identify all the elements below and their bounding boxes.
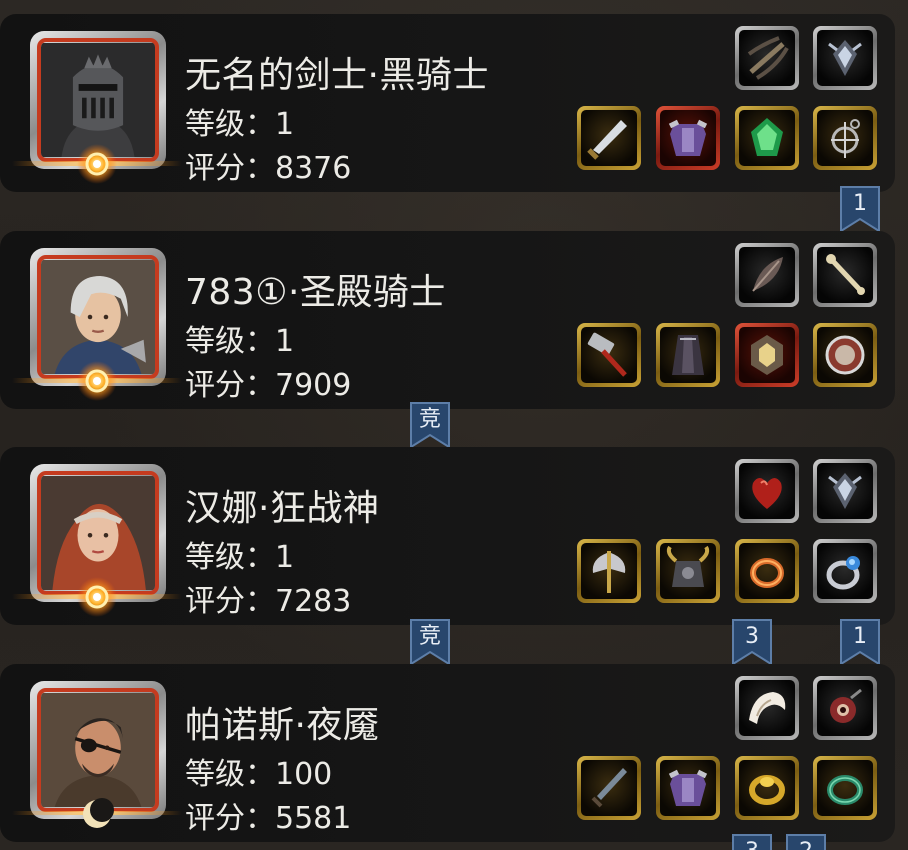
- axe-icon: [592, 551, 626, 593]
- bone-staff-icon: [826, 254, 865, 295]
- hero-level: 等级：1: [185, 540, 295, 575]
- jade-ring-icon: [827, 775, 863, 805]
- equip-slot[interactable]: [656, 323, 720, 387]
- equip-slot[interactable]: [813, 676, 877, 740]
- equip-slot[interactable]: [813, 26, 877, 90]
- rank-ribbon: 3: [732, 834, 772, 850]
- rank-ribbon: 竞: [410, 402, 450, 448]
- equip-slot[interactable]: [813, 539, 877, 603]
- blue-ring-icon: [826, 556, 860, 590]
- rank-ribbon: 1: [840, 186, 880, 232]
- equip-slot[interactable]: [813, 756, 877, 820]
- rank-ribbon: 3: [732, 619, 772, 665]
- ribbon-label: 3: [732, 839, 772, 850]
- equip-slot[interactable]: [813, 323, 877, 387]
- red-hair-warrior-icon: [41, 476, 155, 590]
- hero-name: 无名的剑士·黑骑士: [185, 55, 489, 96]
- ribbon-label: 竞: [418, 624, 441, 649]
- equip-slot[interactable]: [735, 243, 799, 307]
- rank-ribbon: 1: [840, 619, 880, 665]
- equip-slot[interactable]: [813, 243, 877, 307]
- ribbon-label: 竞: [418, 407, 441, 432]
- equip-slot[interactable]: [735, 106, 799, 170]
- amulet-icon: [828, 473, 862, 509]
- eyepatch-rogue-icon: [41, 693, 155, 807]
- hero-name: 汉娜·狂战神: [185, 488, 380, 529]
- hero-score: 评分：7283: [185, 584, 352, 619]
- hero-level: 等级：100: [185, 757, 333, 792]
- fur-icon: [749, 692, 786, 724]
- armor-icon: [668, 119, 708, 156]
- armor-icon: [668, 769, 708, 806]
- hero-score: 评分：7909: [185, 368, 352, 403]
- equip-slot[interactable]: [735, 676, 799, 740]
- equip-slot[interactable]: [577, 539, 641, 603]
- charm-icon: [831, 119, 860, 158]
- hero-card[interactable]: 783①·圣殿骑士 等级：1 评分：7909: [0, 231, 895, 409]
- silver-hair-knight-icon: [41, 260, 155, 374]
- sword-icon: [587, 120, 627, 160]
- gold-ring-icon: [749, 775, 785, 805]
- ring-icon: [750, 558, 784, 588]
- hero-level: 等级：1: [185, 324, 295, 359]
- hero-name: 帕诺斯·夜魇: [185, 705, 380, 746]
- ribbon-label: 1: [853, 624, 867, 649]
- hammer-icon: [587, 332, 627, 377]
- eye-trinket-icon: [830, 688, 862, 723]
- cloak-icon: [672, 335, 704, 375]
- amulet-icon: [828, 40, 862, 76]
- dark-knight-helmet-icon: [41, 43, 155, 157]
- hero-name: 783①·圣殿骑士: [185, 272, 446, 313]
- rank-ribbon: 2: [786, 834, 826, 850]
- equip-slot[interactable]: [735, 323, 799, 387]
- hero-score: 评分：5581: [185, 801, 352, 836]
- sun-emblem-icon: [12, 144, 182, 184]
- crossbow-icon: [747, 36, 789, 80]
- hero-score: 评分：8376: [185, 151, 352, 186]
- ribbon-label: 3: [745, 624, 759, 649]
- equip-slot[interactable]: [577, 106, 641, 170]
- dagger-icon: [591, 768, 627, 808]
- equip-slot[interactable]: [656, 756, 720, 820]
- shield-icon: [825, 335, 865, 375]
- sun-emblem-icon: [12, 361, 182, 401]
- moon-emblem-icon: [12, 798, 182, 828]
- ribbon-label: 2: [786, 839, 826, 850]
- equip-slot[interactable]: [813, 459, 877, 523]
- hero-card[interactable]: 汉娜·狂战神 等级：1 评分：7283: [0, 447, 895, 625]
- horned-armor-icon: [666, 545, 710, 587]
- equip-slot[interactable]: [735, 26, 799, 90]
- rank-ribbon: 竞: [410, 619, 450, 665]
- equip-slot[interactable]: [735, 539, 799, 603]
- heart-icon: [752, 478, 782, 509]
- equip-slot[interactable]: [735, 756, 799, 820]
- feather-icon: [752, 257, 783, 292]
- gem-icon: [751, 335, 783, 375]
- ribbon-label: 1: [853, 191, 867, 216]
- sun-emblem-icon: [12, 577, 182, 617]
- equip-slot[interactable]: [577, 323, 641, 387]
- hero-card[interactable]: 无名的剑士·黑骑士 等级：1 评分：8376: [0, 14, 895, 192]
- equip-slot[interactable]: [813, 106, 877, 170]
- hero-level: 等级：1: [185, 107, 295, 142]
- hero-card[interactable]: 帕诺斯·夜魇 等级：100 评分：5581: [0, 664, 895, 842]
- equip-slot[interactable]: [577, 756, 641, 820]
- equip-slot[interactable]: [656, 106, 720, 170]
- equip-slot[interactable]: [735, 459, 799, 523]
- equip-slot[interactable]: [656, 539, 720, 603]
- emerald-icon: [751, 118, 783, 156]
